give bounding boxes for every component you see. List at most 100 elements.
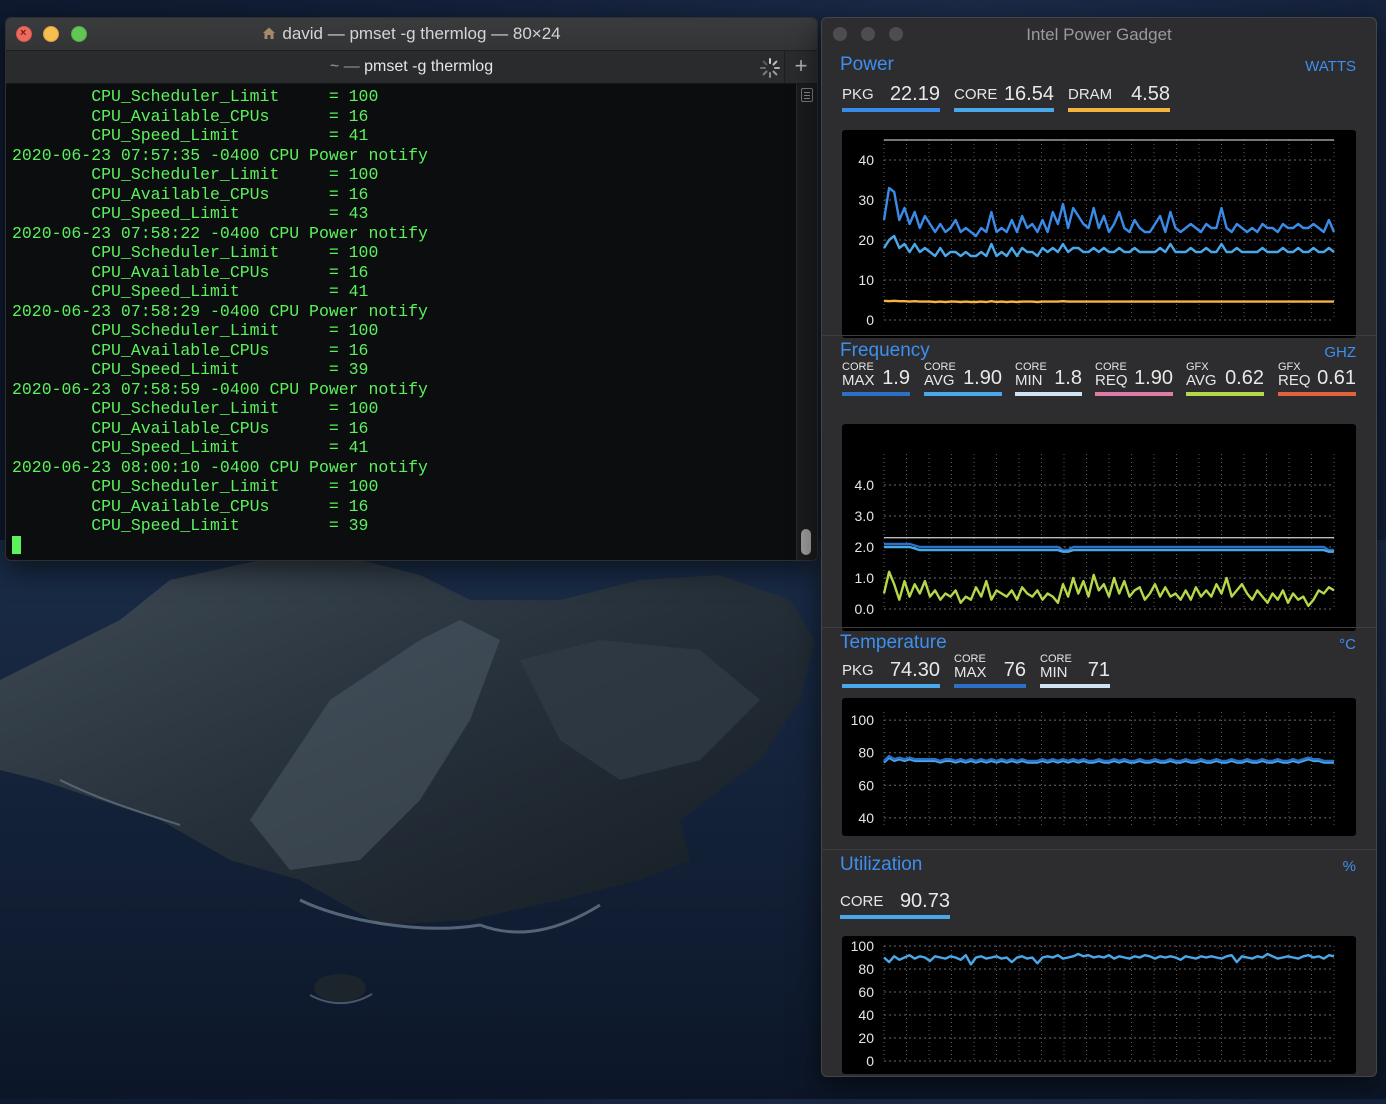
frequency-chart-svg: 0.0 1.0 2.0 3.0 4.0	[855, 454, 1335, 617]
new-tab-button[interactable]: +	[784, 51, 817, 83]
terminal-line: 2020-06-23 07:58:22 -0400 CPU Power noti…	[12, 223, 428, 243]
y-tick-label: 20	[858, 232, 874, 248]
terminal-output[interactable]: CPU_Scheduler_Limit = 100 CPU_Available_…	[6, 84, 797, 560]
metric-label: DRAM	[1068, 86, 1113, 103]
frequency-chart: 0.0 1.0 2.0 3.0 4.0	[842, 424, 1356, 631]
metric-label: CORE MAX	[842, 361, 875, 388]
metric-label: CORE AVG	[924, 361, 956, 388]
y-tick-label: 2.0	[855, 539, 875, 555]
tab-title-prefix: ~ —	[329, 58, 360, 75]
y-tick-label: 100	[851, 712, 875, 728]
terminal-line: CPU_Scheduler_Limit = 100	[12, 477, 379, 496]
terminal-tab-bar: ~ — pmset -g thermlog +	[6, 51, 817, 84]
panel-title: Temperature	[840, 632, 947, 653]
temperature-chart-svg: 40 60 80 100	[851, 712, 1335, 826]
home-folder-icon	[263, 27, 276, 39]
metric-value: 16.54	[1003, 83, 1054, 105]
series-line	[883, 299, 1334, 304]
terminal-window-title: david — pmset -g thermlog — 80×24	[6, 24, 817, 44]
metric-pkg-power: PKG 22.19	[842, 82, 940, 112]
panel-unit: %	[1342, 858, 1356, 875]
terminal-tab[interactable]: ~ — pmset -g thermlog	[6, 58, 817, 76]
terminal-titlebar[interactable]: × david — pmset -g thermlog — 80×24	[6, 18, 817, 51]
terminal-line: CPU_Scheduler_Limit = 100	[12, 243, 379, 262]
power-gadget-window[interactable]: Intel Power Gadget Power WATTS PKG 22.19…	[821, 17, 1377, 1077]
temperature-panel: Temperature °C PKG 74.30 CORE MAX 76 CORE…	[822, 627, 1376, 850]
series-line	[882, 570, 1335, 608]
metric-color-bar	[1040, 684, 1110, 688]
terminal-line: CPU_Available_CPUs = 16	[12, 496, 369, 516]
power-chart-svg: 0 10 20 30 40	[858, 139, 1336, 328]
text-cursor	[12, 535, 21, 554]
metric-value: 1.8	[1054, 367, 1082, 389]
terminal-window[interactable]: × david — pmset -g thermlog — 80×24 ~ — …	[5, 17, 818, 561]
gadget-titlebar[interactable]: Intel Power Gadget	[822, 18, 1376, 50]
y-tick-label: 10	[858, 272, 874, 288]
y-tick-label: 0	[866, 1053, 874, 1069]
metric-value: 1.9	[882, 367, 910, 389]
metric-color-bar	[954, 684, 1026, 688]
tab-title-command: pmset -g thermlog	[364, 58, 494, 75]
terminal-line: 2020-06-23 08:00:10 -0400 CPU Power noti…	[12, 457, 428, 477]
terminal-prompt-line[interactable]	[12, 535, 797, 556]
metric-color-bar	[954, 108, 1054, 112]
terminal-line: CPU_Available_CPUs = 16	[12, 418, 369, 438]
scrollbar-thumb[interactable]	[801, 529, 811, 555]
metric-value: 0.62	[1225, 367, 1264, 389]
metric-gfx-req-freq: GFX REQ 0.61	[1278, 361, 1356, 396]
terminal-line: CPU_Scheduler_Limit = 100	[12, 165, 379, 184]
terminal-line: CPU_Speed_Limit = 39	[12, 516, 369, 535]
terminal-line: CPU_Speed_Limit = 43	[12, 204, 369, 223]
metric-core-max-temp: CORE MAX 76	[954, 653, 1026, 688]
metric-value: 1.90	[1134, 367, 1173, 389]
terminal-line: 2020-06-23 07:57:35 -0400 CPU Power noti…	[12, 145, 428, 165]
panel-title: Power	[840, 54, 894, 75]
metric-core-power: CORE 16.54	[954, 82, 1054, 112]
metric-core-avg-freq: CORE AVG 1.90	[924, 361, 1002, 396]
metric-label: CORE	[954, 86, 998, 103]
metric-color-bar	[842, 392, 910, 396]
metric-label-big: MIN	[1015, 372, 1043, 389]
terminal-scrollbar[interactable]	[796, 84, 817, 560]
metric-core-utilization: CORE 90.73	[840, 889, 950, 919]
y-tick-label: 4.0	[855, 477, 875, 493]
terminal-line: CPU_Available_CPUs = 16	[12, 184, 369, 204]
metric-value: 1.90	[963, 367, 1002, 389]
metric-core-min-temp: CORE MIN 71	[1040, 653, 1110, 688]
power-panel: Power WATTS PKG 22.19 CORE 16.54 DRAM 4.…	[822, 50, 1376, 338]
metric-color-bar	[842, 108, 940, 112]
terminal-line: CPU_Available_CPUs = 16	[12, 262, 369, 282]
y-tick-label: 30	[858, 192, 874, 208]
split-pane-icon[interactable]	[801, 88, 813, 102]
panel-title: Frequency	[840, 340, 930, 361]
y-tick-label: 80	[858, 745, 874, 761]
terminal-line: CPU_Speed_Limit = 41	[12, 438, 369, 457]
metric-label: CORE	[840, 893, 884, 910]
terminal-line: 2020-06-23 07:58:29 -0400 CPU Power noti…	[12, 301, 428, 321]
terminal-line: CPU_Available_CPUs = 16	[12, 340, 369, 360]
metric-label-big: REQ	[1278, 372, 1311, 389]
metric-color-bar	[1068, 108, 1170, 112]
panel-unit: WATTS	[1305, 58, 1356, 75]
metric-label-big: MAX	[954, 664, 987, 681]
metric-color-bar	[924, 392, 1002, 396]
metric-label-big: AVG	[924, 372, 955, 389]
metric-pkg-temp: PKG 74.30	[842, 658, 940, 688]
terminal-line: 2020-06-23 07:58:59 -0400 CPU Power noti…	[12, 379, 428, 399]
y-tick-label: 20	[858, 1030, 874, 1046]
metric-label: GFX AVG	[1186, 361, 1217, 388]
y-tick-label: 40	[858, 1007, 874, 1023]
y-tick-label: 1.0	[855, 570, 875, 586]
utilization-panel: Utilization % CORE 90.73 0 20 40 60 80 100	[822, 849, 1376, 1076]
y-tick-label: 80	[858, 961, 874, 977]
terminal-line: CPU_Available_CPUs = 16	[12, 106, 369, 126]
metric-core-min-freq: CORE MIN 1.8	[1015, 361, 1082, 396]
gadget-window-title: Intel Power Gadget	[1026, 25, 1172, 44]
y-tick-label: 0.0	[855, 601, 875, 617]
metric-color-bar	[1186, 392, 1264, 396]
metric-label-big: MAX	[842, 372, 875, 389]
metric-label: GFX REQ	[1278, 361, 1311, 388]
metric-label-big: AVG	[1186, 372, 1217, 389]
metric-value: 22.19	[889, 83, 940, 105]
metric-core-max-freq: CORE MAX 1.9	[842, 361, 910, 396]
